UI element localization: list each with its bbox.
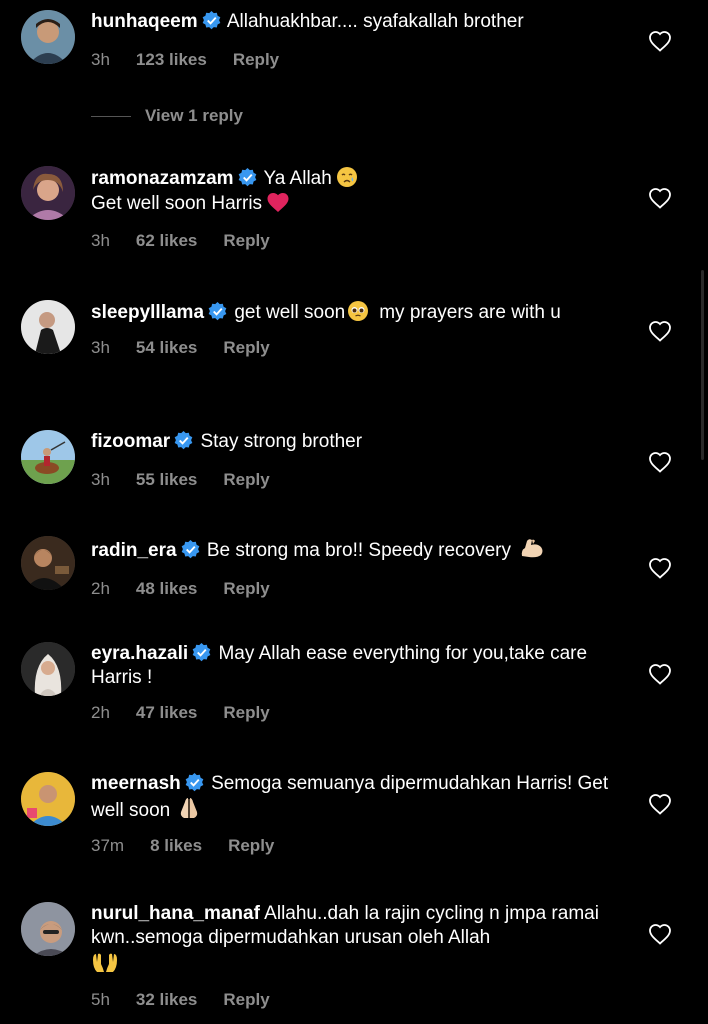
username[interactable]: ramonazamzam xyxy=(91,168,234,189)
comment-content-line-2: Get well soon Harris xyxy=(91,193,263,214)
comment-text: nurul_hana_manaf Allahu..dah la rajin cy… xyxy=(91,902,611,977)
timestamp: 2h xyxy=(91,579,110,598)
reply-button[interactable]: Reply xyxy=(228,834,274,858)
view-replies-label: View 1 reply xyxy=(145,106,243,125)
comment-content: get well soon xyxy=(234,302,346,323)
timestamp: 37m xyxy=(91,836,125,855)
avatar[interactable] xyxy=(21,166,75,220)
likes-count[interactable]: 8 likes xyxy=(150,834,202,858)
verified-badge-icon xyxy=(174,431,193,450)
avatar[interactable] xyxy=(21,300,75,354)
flexed-biceps-icon xyxy=(521,539,543,558)
comment-text: fizoomar Stay strong brother xyxy=(91,430,611,454)
username[interactable]: hunhaqeem xyxy=(91,11,198,32)
comment-content: Allahuakhbar.... syafakallah brother xyxy=(226,11,524,32)
verified-badge-icon xyxy=(185,773,204,792)
avatar[interactable] xyxy=(21,10,75,64)
crying-face-icon xyxy=(336,167,357,187)
comment-text: ramonazamzam Ya Allah Get well soon Harr… xyxy=(91,166,611,216)
verified-badge-icon xyxy=(208,302,227,321)
reply-button[interactable]: Reply xyxy=(223,468,269,492)
avatar[interactable] xyxy=(21,772,75,826)
reply-button[interactable]: Reply xyxy=(223,988,269,1012)
username[interactable]: radin_era xyxy=(91,540,177,561)
heart-outline-icon[interactable] xyxy=(648,923,672,945)
username[interactable]: meernash xyxy=(91,773,181,794)
comment-meta: 3h 54 likes Reply xyxy=(91,336,611,360)
timestamp: 5h xyxy=(91,990,110,1009)
likes-count[interactable]: 32 likes xyxy=(136,988,197,1012)
likes-count[interactable]: 48 likes xyxy=(136,577,197,601)
reply-button[interactable]: Reply xyxy=(233,48,279,72)
likes-count[interactable]: 62 likes xyxy=(136,229,197,253)
avatar[interactable] xyxy=(21,430,75,484)
avatar[interactable] xyxy=(21,536,75,590)
view-replies-button[interactable]: View 1 reply xyxy=(91,104,243,128)
heart-outline-icon[interactable] xyxy=(648,663,672,685)
verified-badge-icon xyxy=(202,11,220,30)
scrollbar[interactable] xyxy=(701,270,704,460)
comment-content: Be strong ma bro!! Speedy recovery xyxy=(206,540,511,561)
heart-outline-icon[interactable] xyxy=(648,793,672,815)
verified-badge-icon xyxy=(192,643,211,662)
verified-badge-icon xyxy=(238,168,256,187)
comment-text: radin_era Be strong ma bro!! Speedy reco… xyxy=(91,536,611,563)
timestamp: 2h xyxy=(91,703,110,722)
comment-text: meernash Semoga semuanya dipermudahkan H… xyxy=(91,772,611,823)
heart-outline-icon[interactable] xyxy=(648,187,672,209)
comment-text: hunhaqeem Allahuakhbar.... syafakallah b… xyxy=(91,10,611,34)
avatar[interactable] xyxy=(21,642,75,696)
comment-meta: 3h 55 likes Reply xyxy=(91,468,611,492)
comment-meta: 2h 48 likes Reply xyxy=(91,577,611,601)
username[interactable]: eyra.hazali xyxy=(91,643,188,664)
username[interactable]: fizoomar xyxy=(91,431,170,452)
pleading-face-icon xyxy=(348,301,369,321)
heart-outline-icon[interactable] xyxy=(648,451,672,473)
timestamp: 3h xyxy=(91,338,110,357)
folded-hands-icon xyxy=(181,798,198,818)
reply-button[interactable]: Reply xyxy=(223,229,269,253)
verified-badge-icon xyxy=(181,540,199,559)
reply-button[interactable]: Reply xyxy=(223,336,269,360)
comment-text: eyra.hazali May Allah ease everything fo… xyxy=(91,642,611,690)
avatar[interactable] xyxy=(21,902,75,956)
comment-meta: 5h 32 likes Reply xyxy=(91,988,611,1012)
heart-outline-icon[interactable] xyxy=(648,30,672,52)
red-heart-icon xyxy=(267,193,289,212)
open-hands-icon xyxy=(93,953,117,972)
comment-content: Stay strong brother xyxy=(200,431,363,452)
comment-meta: 2h 47 likes Reply xyxy=(91,701,611,725)
timestamp: 3h xyxy=(91,50,110,69)
timestamp: 3h xyxy=(91,470,110,489)
likes-count[interactable]: 47 likes xyxy=(136,701,197,725)
comment-content-line-2: my prayers are with u xyxy=(379,302,561,323)
divider xyxy=(91,115,131,117)
comment-content: Ya Allah xyxy=(263,168,332,189)
username[interactable]: nurul_hana_manaf xyxy=(91,903,260,924)
reply-button[interactable]: Reply xyxy=(223,577,269,601)
likes-count[interactable]: 123 likes xyxy=(136,48,207,72)
comment-meta: 37m 8 likes Reply xyxy=(91,834,611,858)
username[interactable]: sleepylllama xyxy=(91,302,204,323)
heart-outline-icon[interactable] xyxy=(648,320,672,342)
timestamp: 3h xyxy=(91,231,110,250)
reply-button[interactable]: Reply xyxy=(223,701,269,725)
likes-count[interactable]: 55 likes xyxy=(136,468,197,492)
comment-meta: 3h 123 likes Reply xyxy=(91,48,611,72)
likes-count[interactable]: 54 likes xyxy=(136,336,197,360)
comment-meta: 3h 62 likes Reply xyxy=(91,229,611,253)
heart-outline-icon[interactable] xyxy=(648,557,672,579)
comment-text: sleepylllama get well soon my prayers are… xyxy=(91,300,611,325)
